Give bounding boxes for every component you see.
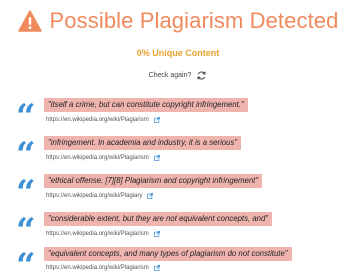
result-item: “ "considerable extent, but they are not… xyxy=(0,212,356,252)
result-item: “ "infringement. In academia and industr… xyxy=(0,136,356,176)
source-url[interactable]: https://en.wikipedia.org/wiki/Plagiarism xyxy=(46,265,149,271)
matched-snippet: "itself a crime, but can constitute copy… xyxy=(44,98,248,112)
quote-icon: “ xyxy=(16,135,36,175)
quote-icon: “ xyxy=(16,97,36,137)
result-item: “ "ethical offense. [7][8] Plagiarism an… xyxy=(0,174,356,214)
matched-snippet: "infringement. In academia and industry,… xyxy=(44,136,242,150)
source-link[interactable]: https://en.wikipedia.org/wiki/Plagiarism xyxy=(46,155,160,161)
result-item: “ "itself a crime, but can constitute co… xyxy=(0,98,356,138)
external-link-icon[interactable] xyxy=(153,155,160,161)
warning-icon xyxy=(17,10,42,32)
source-url[interactable]: https://en.wikipedia.org/wiki/Plagiarism xyxy=(46,117,149,123)
page-title: Possible Plagiarism Detected xyxy=(49,8,339,33)
plagiarism-report: Possible Plagiarism Detected 0% Unique C… xyxy=(0,0,356,279)
quote-icon: “ xyxy=(16,211,36,251)
quote-icon: “ xyxy=(16,173,36,213)
report-header: Possible Plagiarism Detected xyxy=(0,8,356,34)
source-url[interactable]: https://en.wikipedia.org/wiki/Plagiarism xyxy=(46,155,149,161)
check-again-link[interactable]: Check again? xyxy=(149,72,192,79)
source-link[interactable]: https://en.wikipedia.org/wiki/Plagiarism xyxy=(46,117,160,123)
external-link-icon[interactable] xyxy=(147,193,154,199)
source-url[interactable]: https://en.wikipedia.org/wiki/Plagiary xyxy=(46,193,142,199)
external-link-icon[interactable] xyxy=(153,117,160,123)
result-item: “ "equivalent concepts, and many types o… xyxy=(0,247,356,279)
source-link[interactable]: https://en.wikipedia.org/wiki/Plagiarism xyxy=(46,265,160,271)
source-link[interactable]: https://en.wikipedia.org/wiki/Plagiary xyxy=(46,193,154,199)
source-url[interactable]: https://en.wikipedia.org/wiki/Plagiarism xyxy=(46,231,149,237)
external-link-icon[interactable] xyxy=(153,231,160,237)
check-again[interactable]: Check again? xyxy=(0,70,356,81)
quote-icon: “ xyxy=(16,246,36,279)
matched-snippet: "equivalent concepts, and many types of … xyxy=(44,247,292,261)
unique-content-score: 0% Unique Content xyxy=(136,48,220,58)
matched-snippet: "considerable extent, but they are not e… xyxy=(44,212,273,226)
refresh-icon[interactable] xyxy=(196,70,207,81)
source-link[interactable]: https://en.wikipedia.org/wiki/Plagiarism xyxy=(46,231,160,237)
external-link-icon[interactable] xyxy=(153,265,160,271)
matched-snippet: "ethical offense. [7][8] Plagiarism and … xyxy=(44,174,263,188)
